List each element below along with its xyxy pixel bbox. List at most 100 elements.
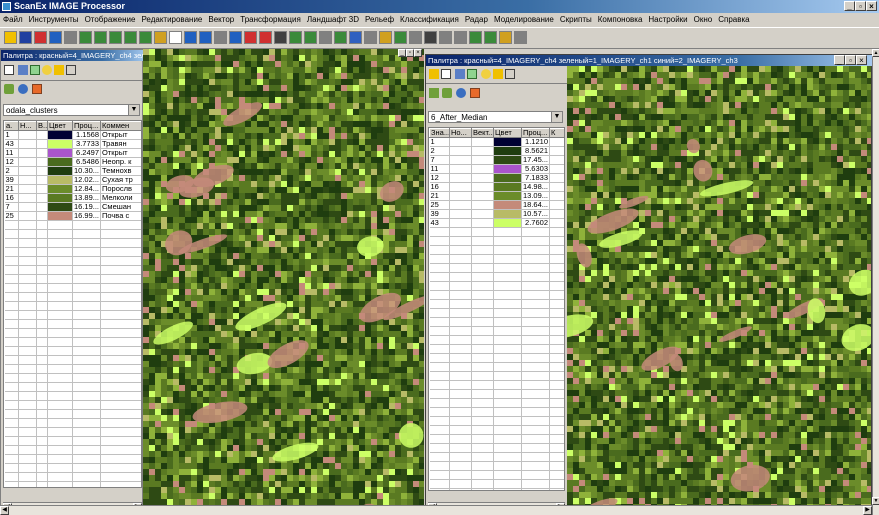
table-row[interactable] [4,319,141,329]
column-header[interactable]: Но... [449,128,472,138]
table-row[interactable]: 7 16.19... Смешан [4,202,141,212]
toolbar-button[interactable] [229,31,242,44]
table-row[interactable] [4,301,141,311]
table-row[interactable] [4,436,141,446]
table-row[interactable] [429,344,564,354]
table-row[interactable]: 21 13.09... [429,191,564,201]
table-row[interactable] [429,479,564,489]
table-row[interactable]: 21 12.84... Порослв [4,184,141,194]
toolbar-button[interactable] [64,31,77,44]
table-row[interactable] [429,308,564,318]
palette-icon[interactable] [18,84,28,94]
table-row[interactable] [429,236,564,246]
left-map-maximize-button[interactable]: ▫ [406,49,414,57]
menu-item[interactable]: Инструменты [26,15,82,24]
left-map-close-button[interactable]: × [414,49,422,57]
table-row[interactable] [4,364,141,374]
table-row[interactable] [429,263,564,273]
toolbar-button[interactable] [124,31,137,44]
table-row[interactable] [429,245,564,255]
table-row[interactable] [4,247,141,257]
table-row[interactable] [429,254,564,264]
palette-icon[interactable] [456,88,466,98]
column-header[interactable]: Цвет [47,121,73,131]
menu-item[interactable]: Радар [462,15,491,24]
toolbar-button[interactable] [259,31,272,44]
toolbar-button[interactable] [139,31,152,44]
column-header[interactable]: Коммен [100,121,141,131]
table-row[interactable] [4,229,141,239]
save-icon[interactable] [4,65,14,75]
menu-item[interactable]: Классификация [397,15,462,24]
scroll-right-icon[interactable]: ▶ [863,506,872,515]
table-row[interactable] [4,328,141,338]
right-close-button[interactable]: × [856,55,867,65]
layers-icon[interactable] [4,84,14,94]
main-v-scrollbar[interactable]: ▲ ▼ [872,49,879,515]
table-row[interactable]: 11 5.6303 [429,164,564,174]
menu-item[interactable]: Отображение [82,15,139,24]
right-layer-select[interactable]: 6_After_Median ▼ [428,111,563,123]
table-row[interactable] [429,272,564,282]
right-minimize-button[interactable]: _ [834,55,845,65]
table-row[interactable] [4,391,141,401]
table-row[interactable] [429,371,564,381]
toolbar-button[interactable] [484,31,497,44]
table-row[interactable]: 1 1.1568 Открыт [4,130,141,140]
menu-item[interactable]: Редактирование [138,15,205,24]
toolbar-button[interactable] [349,31,362,44]
menu-item[interactable]: Моделирование [491,15,557,24]
close-button[interactable]: × [866,1,877,11]
toolbar-button[interactable] [499,31,512,44]
grid-icon[interactable] [455,69,465,79]
scroll-up-icon[interactable]: ▲ [872,49,879,57]
toolbar-button[interactable] [514,31,527,44]
column-header[interactable]: Цвет [493,128,522,138]
table-row[interactable]: 7 17.45... [429,155,564,165]
table-row[interactable] [429,470,564,480]
table-row[interactable] [429,398,564,408]
table-row[interactable]: 25 18.64... [429,200,564,210]
right-map-canvas[interactable] [567,66,871,514]
stop-icon[interactable] [32,84,42,94]
toolbar-button[interactable] [109,31,122,44]
toolbar-button[interactable] [334,31,347,44]
menu-item[interactable]: Рельеф [362,15,397,24]
table-row[interactable]: 2 8.5621 [429,146,564,156]
left-layer-select[interactable]: odala_clusters ▼ [3,104,140,116]
layers-icon[interactable] [442,88,452,98]
toolbar-button[interactable] [154,31,167,44]
table-row[interactable]: 12 7.1833 [429,173,564,183]
table-row[interactable] [429,488,564,490]
menu-item[interactable]: Вектор [205,15,237,24]
menu-item[interactable]: Трансформация [237,15,304,24]
table-row[interactable]: 12 6.5486 Неопр. к [4,157,141,167]
scroll-down-icon[interactable]: ▼ [872,497,879,505]
table-row[interactable] [429,461,564,471]
menu-item[interactable]: Ландшафт 3D [304,15,362,24]
toolbar-button[interactable] [184,31,197,44]
toolbar-button[interactable] [274,31,287,44]
toolbar-button[interactable] [394,31,407,44]
toolbar-button[interactable] [169,31,182,44]
column-header[interactable]: Проц... [72,121,101,131]
table-row[interactable] [4,346,141,356]
table-row[interactable]: 25 16.99... Почва с [4,211,141,221]
toolbar-button[interactable] [244,31,257,44]
table-row[interactable] [429,353,564,363]
table-row[interactable] [429,317,564,327]
table-row[interactable] [429,416,564,426]
arrow-icon[interactable] [66,65,76,75]
toolbar-button[interactable] [319,31,332,44]
table-row[interactable]: 1 1.1210 [429,137,564,147]
column-header[interactable]: а. [4,121,19,131]
bulb-icon[interactable] [42,65,52,75]
column-header[interactable]: К [549,128,564,138]
pencil-icon[interactable] [54,65,64,75]
column-header[interactable]: Зна... [429,128,450,138]
hand-icon[interactable] [429,88,439,98]
table-row[interactable] [4,274,141,284]
table-row[interactable] [4,472,141,482]
table-row[interactable] [4,256,141,266]
left-map-canvas[interactable] [143,49,424,515]
